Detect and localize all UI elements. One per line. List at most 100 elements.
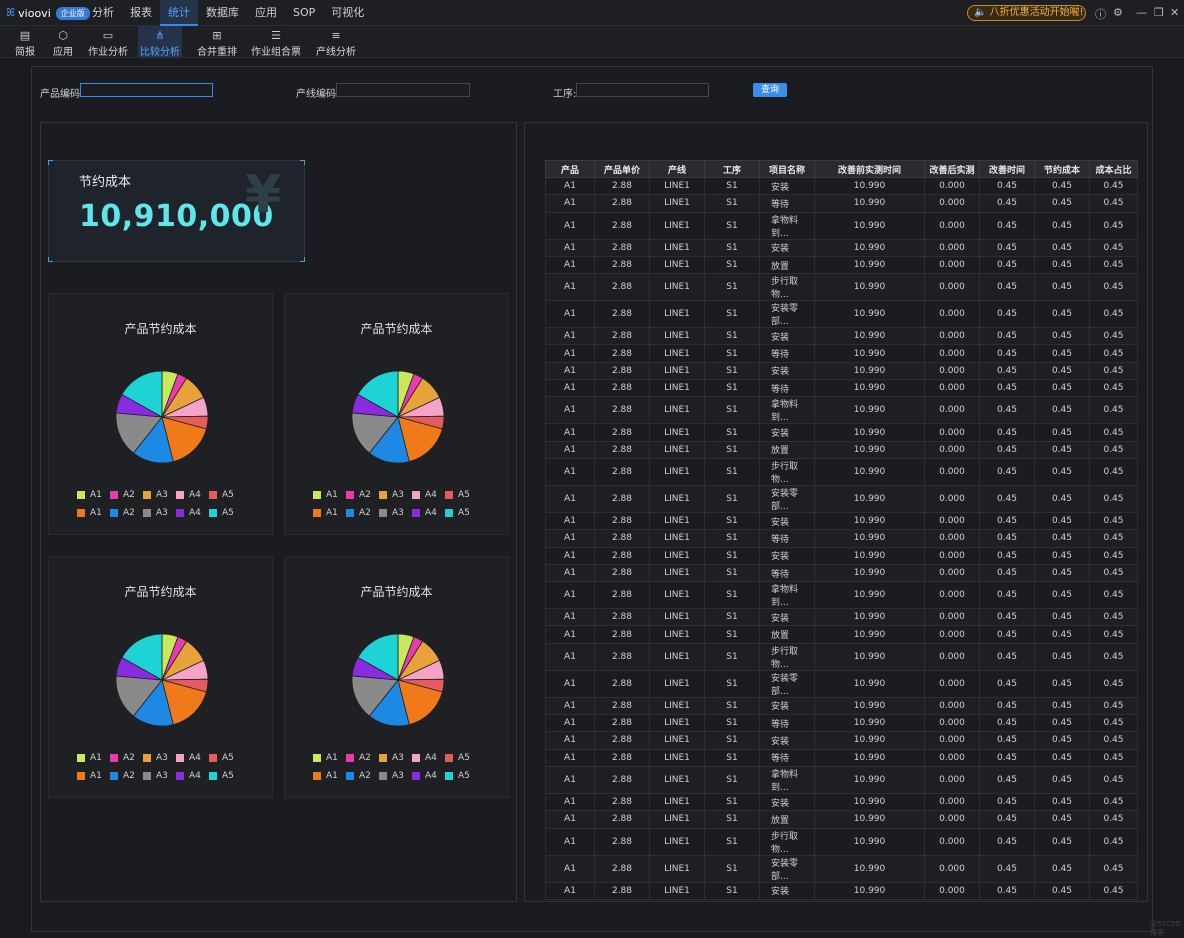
toolbar-button[interactable]: ⋔ 比较分析 — [138, 26, 182, 58]
query-button[interactable]: 查询 — [753, 83, 787, 97]
menu-item[interactable]: 可视化 — [323, 0, 372, 26]
table-row[interactable]: A1 2.88 LINE1 S1 安装 10.990 0.000 0.45 0.45 0.45 — [545, 881, 1138, 900]
process-input[interactable] — [576, 83, 709, 97]
legend-item[interactable]: A1 — [313, 490, 346, 500]
table-row[interactable]: A1 2.88 LINE1 S1 放置 10.990 0.000 0.45 0.45 0.45 — [545, 255, 1138, 275]
menu-item[interactable]: 应用 — [247, 0, 285, 26]
settings-icon[interactable]: ⚙ — [1113, 6, 1123, 19]
legend-item[interactable]: A3 — [143, 753, 176, 763]
table-row[interactable]: A1 2.88 LINE1 S1 等待 10.990 0.000 0.45 0.45 0.45 — [545, 344, 1138, 363]
table-row[interactable]: A1 2.88 LINE1 S1 安装 10.990 0.000 0.45 0.45 0.45 — [545, 792, 1138, 812]
legend-item[interactable]: A5 — [445, 490, 478, 500]
legend-item[interactable]: A3 — [143, 771, 176, 781]
product-code-input[interactable] — [80, 83, 213, 97]
table-row[interactable]: A1 2.88 LINE1 S1 等待 10.990 0.000 0.45 0.45 0.45 — [545, 379, 1138, 398]
legend-item[interactable]: A4 — [176, 771, 209, 781]
legend-item[interactable]: A5 — [445, 771, 478, 781]
table-row[interactable]: A1 2.88 LINE1 S1 安装零部... 10.990 0.000 0.45 0.45 0… — [545, 484, 1138, 513]
legend-item[interactable]: A4 — [412, 508, 445, 518]
legend-item[interactable]: A5 — [209, 753, 242, 763]
table-row[interactable]: A1 2.88 LINE1 S1 步行取物... 10.990 0.000 0.45 0.45 0… — [545, 273, 1138, 302]
table-row[interactable]: A1 2.88 LINE1 S1 等待 10.990 0.000 0.45 0.45 0.45 — [545, 563, 1138, 583]
table-row[interactable]: A1 2.88 LINE1 S1 安装 10.990 0.000 0.45 0.45 0.45 — [545, 546, 1138, 565]
legend-item[interactable]: A1 — [77, 771, 110, 781]
legend-item[interactable]: A1 — [77, 490, 110, 500]
restore-icon[interactable]: ❐ — [1154, 6, 1164, 19]
toolbar-button[interactable]: ▤ 简报 — [6, 26, 44, 58]
column-header[interactable]: 改善后实测 — [924, 160, 980, 178]
legend-item[interactable]: A4 — [412, 771, 445, 781]
table-row[interactable]: A1 2.88 LINE1 S1 步行取物... 10.990 0.000 0.45 0.45 0… — [545, 827, 1138, 856]
column-header[interactable]: 项目名称 — [759, 160, 815, 178]
toolbar-button[interactable]: ☰ 作业组合票 — [248, 26, 304, 58]
close-window-icon[interactable]: ✕ — [1170, 6, 1179, 19]
line-code-input[interactable] — [336, 83, 470, 97]
table-row[interactable]: A1 2.88 LINE1 S1 安装 10.990 0.000 0.45 0.45 0.45 — [545, 327, 1138, 346]
column-header[interactable]: 节约成本 — [1034, 160, 1090, 178]
table-row[interactable]: A1 2.88 LINE1 S1 拿物料到... 10.990 0.000 0.45 0.45 0… — [545, 211, 1138, 240]
table-row[interactable]: A1 2.88 LINE1 S1 拿物料到... 10.990 0.000 0.45 0.45 0… — [545, 581, 1138, 610]
legend-item[interactable]: A4 — [412, 753, 445, 763]
legend-item[interactable]: A3 — [379, 771, 412, 781]
table-row[interactable]: A1 2.88 LINE1 S1 安装零部... 10.990 0.000 0.45 0.45 0… — [545, 854, 1138, 883]
table-row[interactable]: A1 2.88 LINE1 S1 等待 10.990 0.000 0.45 0.45 0.45 — [545, 714, 1138, 733]
column-header[interactable]: 产品 — [545, 160, 595, 178]
menu-item[interactable]: 统计 — [160, 0, 198, 26]
legend-item[interactable]: A2 — [346, 508, 379, 518]
legend-item[interactable]: A5 — [209, 771, 242, 781]
column-header[interactable]: 产线 — [649, 160, 705, 178]
menu-item[interactable]: 数据库 — [198, 0, 247, 26]
legend-item[interactable]: A5 — [209, 490, 242, 500]
toolbar-button[interactable]: ▭ 作业分析 — [84, 26, 132, 58]
legend-item[interactable]: A2 — [346, 490, 379, 500]
legend-item[interactable]: A3 — [143, 508, 176, 518]
legend-item[interactable]: A2 — [110, 771, 143, 781]
legend-item[interactable]: A1 — [77, 753, 110, 763]
toolbar-button[interactable]: ⬡ 应用 — [46, 26, 80, 58]
table-row[interactable]: A1 2.88 LINE1 S1 安装零部... 10.990 0.000 0.45 0.45 0… — [545, 669, 1138, 698]
table-row[interactable]: A1 2.88 LINE1 S1 拿物料到... 10.990 0.000 0.45 0.45 0… — [545, 396, 1138, 425]
legend-item[interactable]: A2 — [346, 753, 379, 763]
legend-item[interactable]: A2 — [346, 771, 379, 781]
column-header[interactable]: 成本占比 — [1089, 160, 1138, 178]
table-row[interactable]: A1 2.88 LINE1 S1 等待 10.990 0.000 0.45 0.45 0.45 — [545, 194, 1138, 213]
legend-item[interactable]: A2 — [110, 508, 143, 518]
table-row[interactable]: A1 2.88 LINE1 S1 拿物料到... 10.990 0.000 0.45 0.45 0… — [545, 765, 1138, 794]
promo-banner[interactable]: 🔈 八折优惠活动开始啦! × — [967, 5, 1086, 21]
legend-item[interactable]: A4 — [176, 490, 209, 500]
legend-item[interactable]: A1 — [77, 508, 110, 518]
table-row[interactable]: A1 2.88 LINE1 S1 安装 10.990 0.000 0.45 0.45 0.45 — [545, 176, 1138, 196]
menu-item[interactable]: 报表 — [122, 0, 160, 26]
table-row[interactable]: A1 2.88 LINE1 S1 步行取物... 10.990 0.000 0.45 0.45 0… — [545, 642, 1138, 671]
table-row[interactable]: A1 2.88 LINE1 S1 安装 10.990 0.000 0.45 0.45 0.45 — [545, 696, 1138, 716]
table-row[interactable]: A1 2.88 LINE1 S1 安装零部... 10.990 0.000 0.45 0.45 0… — [545, 300, 1138, 329]
table-row[interactable]: A1 2.88 LINE1 S1 安装 10.990 0.000 0.45 0.45 0.45 — [545, 731, 1138, 750]
info-icon[interactable]: ⓘ — [1095, 6, 1106, 22]
legend-item[interactable]: A3 — [379, 490, 412, 500]
column-header[interactable]: 改善前实测时间 — [814, 160, 925, 178]
table-row[interactable]: A1 2.88 LINE1 S1 等待 10.990 0.000 0.45 0.45 0.45 — [545, 748, 1138, 767]
table-row[interactable]: A1 2.88 LINE1 S1 放置 10.990 0.000 0.45 0.45 0.45 — [545, 810, 1138, 829]
legend-item[interactable]: A5 — [445, 508, 478, 518]
table-row[interactable]: A1 2.88 LINE1 S1 放置 10.990 0.000 0.45 0.45 0.45 — [545, 625, 1138, 644]
legend-item[interactable]: A3 — [379, 753, 412, 763]
table-row[interactable]: A1 2.88 LINE1 S1 步行取物... 10.990 0.000 0.45 0.45 0… — [545, 457, 1138, 486]
legend-item[interactable]: A1 — [313, 771, 346, 781]
legend-item[interactable]: A1 — [313, 508, 346, 518]
legend-item[interactable]: A4 — [412, 490, 445, 500]
legend-item[interactable]: A5 — [445, 753, 478, 763]
table-row[interactable]: A1 2.88 LINE1 S1 安装 10.990 0.000 0.45 0.45 0.45 — [545, 511, 1138, 531]
legend-item[interactable]: A4 — [176, 508, 209, 518]
column-header[interactable]: 工序 — [704, 160, 760, 178]
table-row[interactable]: A1 2.88 LINE1 S1 安装 10.990 0.000 0.45 0.45 0.45 — [545, 361, 1138, 381]
legend-item[interactable]: A4 — [176, 753, 209, 763]
table-row[interactable]: A1 2.88 LINE1 S1 安装 10.990 0.000 0.45 0.45 0.45 — [545, 423, 1138, 442]
legend-item[interactable]: A5 — [209, 508, 242, 518]
table-row[interactable]: A1 2.88 LINE1 S1 等待 10.990 0.000 0.45 0.45 0.45 — [545, 529, 1138, 548]
menu-item[interactable]: SOP — [285, 0, 323, 26]
legend-item[interactable]: A1 — [313, 753, 346, 763]
toolbar-button[interactable]: ⊞ 合并重排 — [192, 26, 242, 58]
column-header[interactable]: 产品单价 — [594, 160, 650, 178]
legend-item[interactable]: A2 — [110, 490, 143, 500]
promo-close-button[interactable]: × — [1071, 6, 1079, 20]
